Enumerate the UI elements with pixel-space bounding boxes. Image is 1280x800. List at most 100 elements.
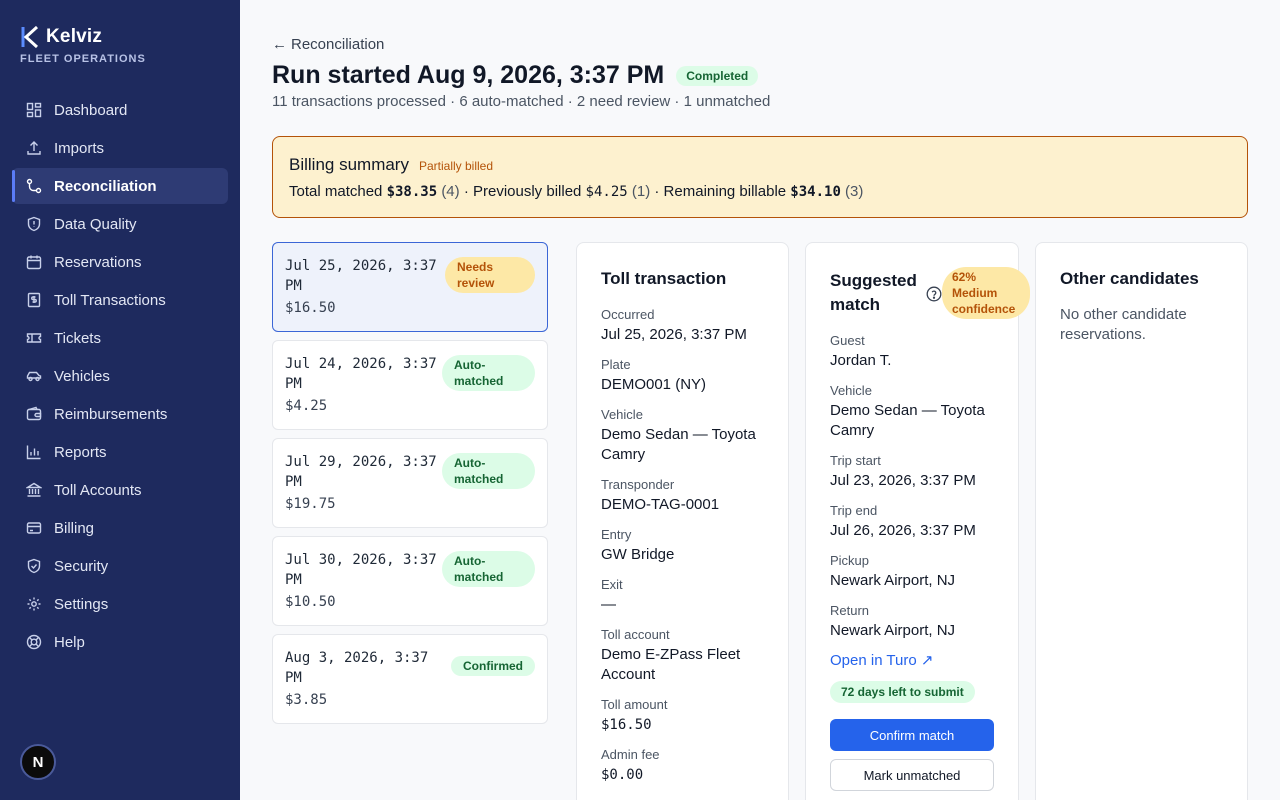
- matched-amount: $38.35: [386, 184, 438, 200]
- sidebar-item-toll-transactions[interactable]: Toll Transactions: [12, 282, 228, 318]
- transaction-amount: $4.25: [285, 398, 328, 414]
- transaction-card[interactable]: Jul 24, 2026, 3:37 PM $4.25 Auto-matched: [272, 340, 548, 430]
- sidebar-item-imports[interactable]: Imports: [12, 130, 228, 166]
- field-label: Vehicle: [830, 383, 872, 398]
- calendar-icon: [26, 254, 42, 270]
- field-label: Transponder: [601, 477, 675, 492]
- brand-subtitle: FLEET OPERATIONS: [20, 53, 146, 65]
- transaction-card[interactable]: Jul 29, 2026, 3:37 PM $19.75 Auto-matche…: [272, 438, 548, 528]
- transaction-date: Jul 29, 2026, 3:37 PM: [285, 454, 437, 490]
- transaction-amount: $3.85: [285, 692, 328, 708]
- sidebar-nav: Dashboard Imports Reconciliation Data Qu…: [12, 92, 228, 662]
- sidebar-item-settings[interactable]: Settings: [12, 586, 228, 622]
- status-badge: Auto-matched: [442, 453, 535, 489]
- sidebar-item-reports[interactable]: Reports: [12, 434, 228, 470]
- sidebar-item-label: Toll Transactions: [54, 291, 166, 309]
- transaction-card[interactable]: Jul 25, 2026, 3:37 PM $16.50 Needs revie…: [272, 242, 548, 332]
- transaction-amount: $19.75: [285, 496, 336, 512]
- field-value: DEMO-TAG-0001: [601, 496, 720, 513]
- field-label: Plate: [601, 357, 631, 372]
- run-summary: 11 transactions processed · 6 auto-match…: [272, 93, 771, 110]
- field-vehicle: Vehicle Demo Sedan — Toyota Camry: [830, 381, 994, 441]
- sidebar-item-label: Imports: [54, 139, 105, 157]
- sidebar-item-dashboard[interactable]: Dashboard: [12, 92, 228, 128]
- confidence-badge: 62% Medium confidence: [942, 267, 1030, 319]
- sidebar-item-label: Vehicles: [54, 367, 110, 385]
- transaction-card[interactable]: Jul 30, 2026, 3:37 PM $10.50 Auto-matche…: [272, 536, 548, 626]
- confirm-match-button[interactable]: Confirm match: [830, 719, 994, 751]
- sidebar-item-security[interactable]: Security: [12, 548, 228, 584]
- sidebar-item-reimbursements[interactable]: Reimbursements: [12, 396, 228, 432]
- field-label: Admin fee: [601, 747, 660, 762]
- status-badge: Auto-matched: [442, 355, 535, 391]
- transaction-card[interactable]: Aug 3, 2026, 3:37 PM $3.85 Confirmed: [272, 634, 548, 724]
- page-title: Run started Aug 9, 2026, 3:37 PM: [272, 61, 665, 89]
- remaining-count: (3): [845, 183, 864, 200]
- billing-summary-title: Billing summary: [289, 155, 409, 174]
- field-label: Toll account: [601, 627, 670, 642]
- sidebar-item-label: Reservations: [54, 253, 142, 271]
- avatar[interactable]: N: [20, 744, 56, 780]
- sidebar-item-reservations[interactable]: Reservations: [12, 244, 228, 280]
- sidebar-item-vehicles[interactable]: Vehicles: [12, 358, 228, 394]
- field-label: Exit: [601, 577, 623, 592]
- sidebar-item-label: Reimbursements: [54, 405, 168, 423]
- back-link-label: Reconciliation: [291, 36, 385, 53]
- field-label: Occurred: [601, 307, 655, 322]
- field-vehicle: Vehicle Demo Sedan — Toyota Camry: [601, 405, 764, 465]
- dashboard-icon: [26, 102, 42, 118]
- transaction-date: Jul 30, 2026, 3:37 PM: [285, 552, 437, 588]
- transaction-amount: $10.50: [285, 594, 336, 610]
- field-value: Demo Sedan — Toyota Camry: [830, 402, 985, 439]
- reconcile-icon: [26, 178, 42, 194]
- back-link[interactable]: ← Reconciliation: [272, 36, 384, 53]
- other-candidates-panel: Other candidates No other candidate rese…: [1035, 242, 1248, 800]
- receipt-icon: [26, 292, 42, 308]
- billing-summary: Billing summary Partially billed Total m…: [272, 136, 1248, 218]
- matched-count: (4): [441, 183, 460, 200]
- sidebar-item-label: Dashboard: [54, 101, 128, 119]
- sidebar-item-label: Help: [54, 633, 85, 651]
- field-label: Trip end: [830, 503, 878, 518]
- shield-icon: [26, 216, 42, 232]
- brand[interactable]: Kelviz: [20, 26, 102, 48]
- sidebar-item-tickets[interactable]: Tickets: [12, 320, 228, 356]
- field-admin-fee: Admin fee $0.00: [601, 745, 764, 785]
- transaction-date: Jul 24, 2026, 3:37 PM: [285, 356, 437, 392]
- transaction-date: Aug 3, 2026, 3:37 PM: [285, 650, 429, 686]
- transaction-amount: $16.50: [285, 300, 336, 316]
- mark-unmatched-button[interactable]: Mark unmatched: [830, 759, 994, 791]
- sidebar-item-help[interactable]: Help: [12, 624, 228, 660]
- sidebar-item-toll-accounts[interactable]: Toll Accounts: [12, 472, 228, 508]
- sidebar-item-label: Settings: [54, 595, 109, 613]
- field-guest: Guest Jordan T.: [830, 331, 994, 371]
- sidebar-item-billing[interactable]: Billing: [12, 510, 228, 546]
- credit-card-icon: [26, 520, 42, 536]
- field-value: $0.00: [601, 767, 644, 783]
- field-value: Jul 26, 2026, 3:37 PM: [830, 522, 976, 539]
- previously-billed-label: · Previously billed: [463, 183, 582, 200]
- wallet-icon: [26, 406, 42, 422]
- sidebar-item-label: Security: [54, 557, 109, 575]
- field-label: Entry: [601, 527, 632, 542]
- field-value: Newark Airport, NJ: [830, 622, 956, 639]
- field-toll-amount: Toll amount $16.50: [601, 695, 764, 735]
- arrow-left-icon: ←: [272, 36, 287, 53]
- field-toll-account: Toll account Demo E-ZPass Fleet Account: [601, 625, 764, 685]
- status-badge: Needs review: [445, 257, 535, 293]
- field-occurred: Occurred Jul 25, 2026, 3:37 PM: [601, 305, 764, 345]
- help-icon[interactable]: [926, 286, 942, 302]
- field-value: Demo E-ZPass Fleet Account: [601, 646, 741, 683]
- sidebar: Kelviz FLEET OPERATIONS Dashboard Import…: [0, 0, 240, 800]
- billing-status: Partially billed: [418, 159, 494, 173]
- field-label: Return: [830, 603, 870, 618]
- field-label: Trip start: [830, 453, 881, 468]
- open-in-turo-link[interactable]: Open in Turo ↗: [830, 651, 994, 669]
- chart-icon: [26, 444, 42, 460]
- sidebar-item-reconciliation[interactable]: Reconciliation: [12, 168, 228, 204]
- field-value: Jul 25, 2026, 3:37 PM: [601, 326, 747, 343]
- matched-label: Total matched: [289, 183, 383, 200]
- sidebar-item-label: Reports: [54, 443, 107, 461]
- sidebar-item-data-quality[interactable]: Data Quality: [12, 206, 228, 242]
- field-label: Pickup: [830, 553, 870, 568]
